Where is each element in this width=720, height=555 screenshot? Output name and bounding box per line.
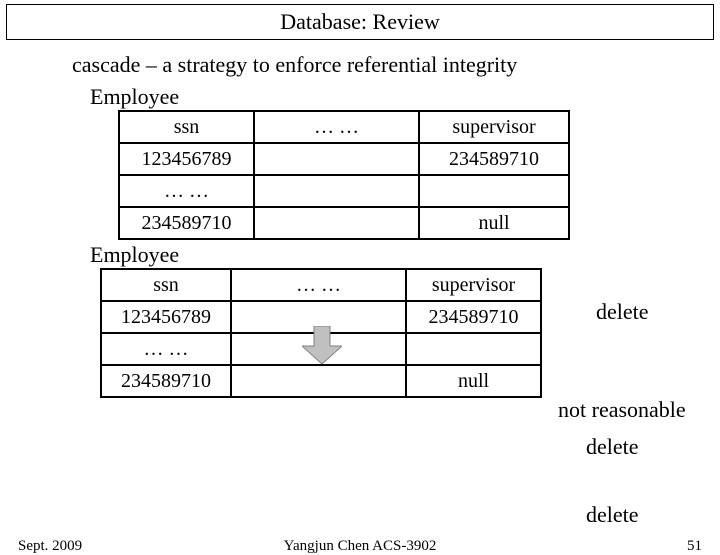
cell: null	[406, 365, 541, 397]
col-header-ssn: ssn	[101, 269, 231, 301]
body-text: cascade – a strategy to enforce referent…	[72, 52, 720, 78]
cell	[254, 175, 419, 207]
cell	[231, 365, 406, 397]
annotation-not-reasonable: not reasonable	[558, 397, 686, 423]
cell	[254, 143, 419, 175]
slide-header: Database: Review	[6, 4, 714, 40]
employee-table-1: ssn … … supervisor 123456789 234589710 ……	[118, 110, 570, 240]
col-header-ssn: ssn	[119, 111, 254, 143]
table-row: 234589710 null	[101, 365, 541, 397]
arrow-down-icon	[302, 326, 342, 364]
table-row: 123456789 234589710	[119, 143, 569, 175]
cell: … …	[101, 333, 231, 365]
slide-title: Database: Review	[280, 9, 439, 34]
annotation-delete: delete	[596, 299, 649, 325]
cell	[419, 175, 569, 207]
cell: 234589710	[419, 143, 569, 175]
table-row: ssn … … supervisor	[101, 269, 541, 301]
annotation-delete: delete	[586, 434, 639, 460]
cell: 234589710	[406, 301, 541, 333]
cell	[254, 207, 419, 239]
footer-center: Yangjun Chen ACS-3902	[0, 538, 720, 555]
table-row: ssn … … supervisor	[119, 111, 569, 143]
col-header-supervisor: supervisor	[419, 111, 569, 143]
cell: 234589710	[101, 365, 231, 397]
col-header-supervisor: supervisor	[406, 269, 541, 301]
cell: 234589710	[119, 207, 254, 239]
cell: 123456789	[101, 301, 231, 333]
cell: … …	[119, 175, 254, 207]
table2-label: Employee	[90, 242, 720, 268]
footer-page-number: 51	[687, 538, 702, 555]
table1-label: Employee	[90, 84, 720, 110]
col-header-mid: … …	[231, 269, 406, 301]
table-row: … …	[119, 175, 569, 207]
cell: 123456789	[119, 143, 254, 175]
cell: null	[419, 207, 569, 239]
col-header-mid: … …	[254, 111, 419, 143]
table-row: 234589710 null	[119, 207, 569, 239]
annotation-delete: delete	[586, 502, 639, 528]
cell	[406, 333, 541, 365]
